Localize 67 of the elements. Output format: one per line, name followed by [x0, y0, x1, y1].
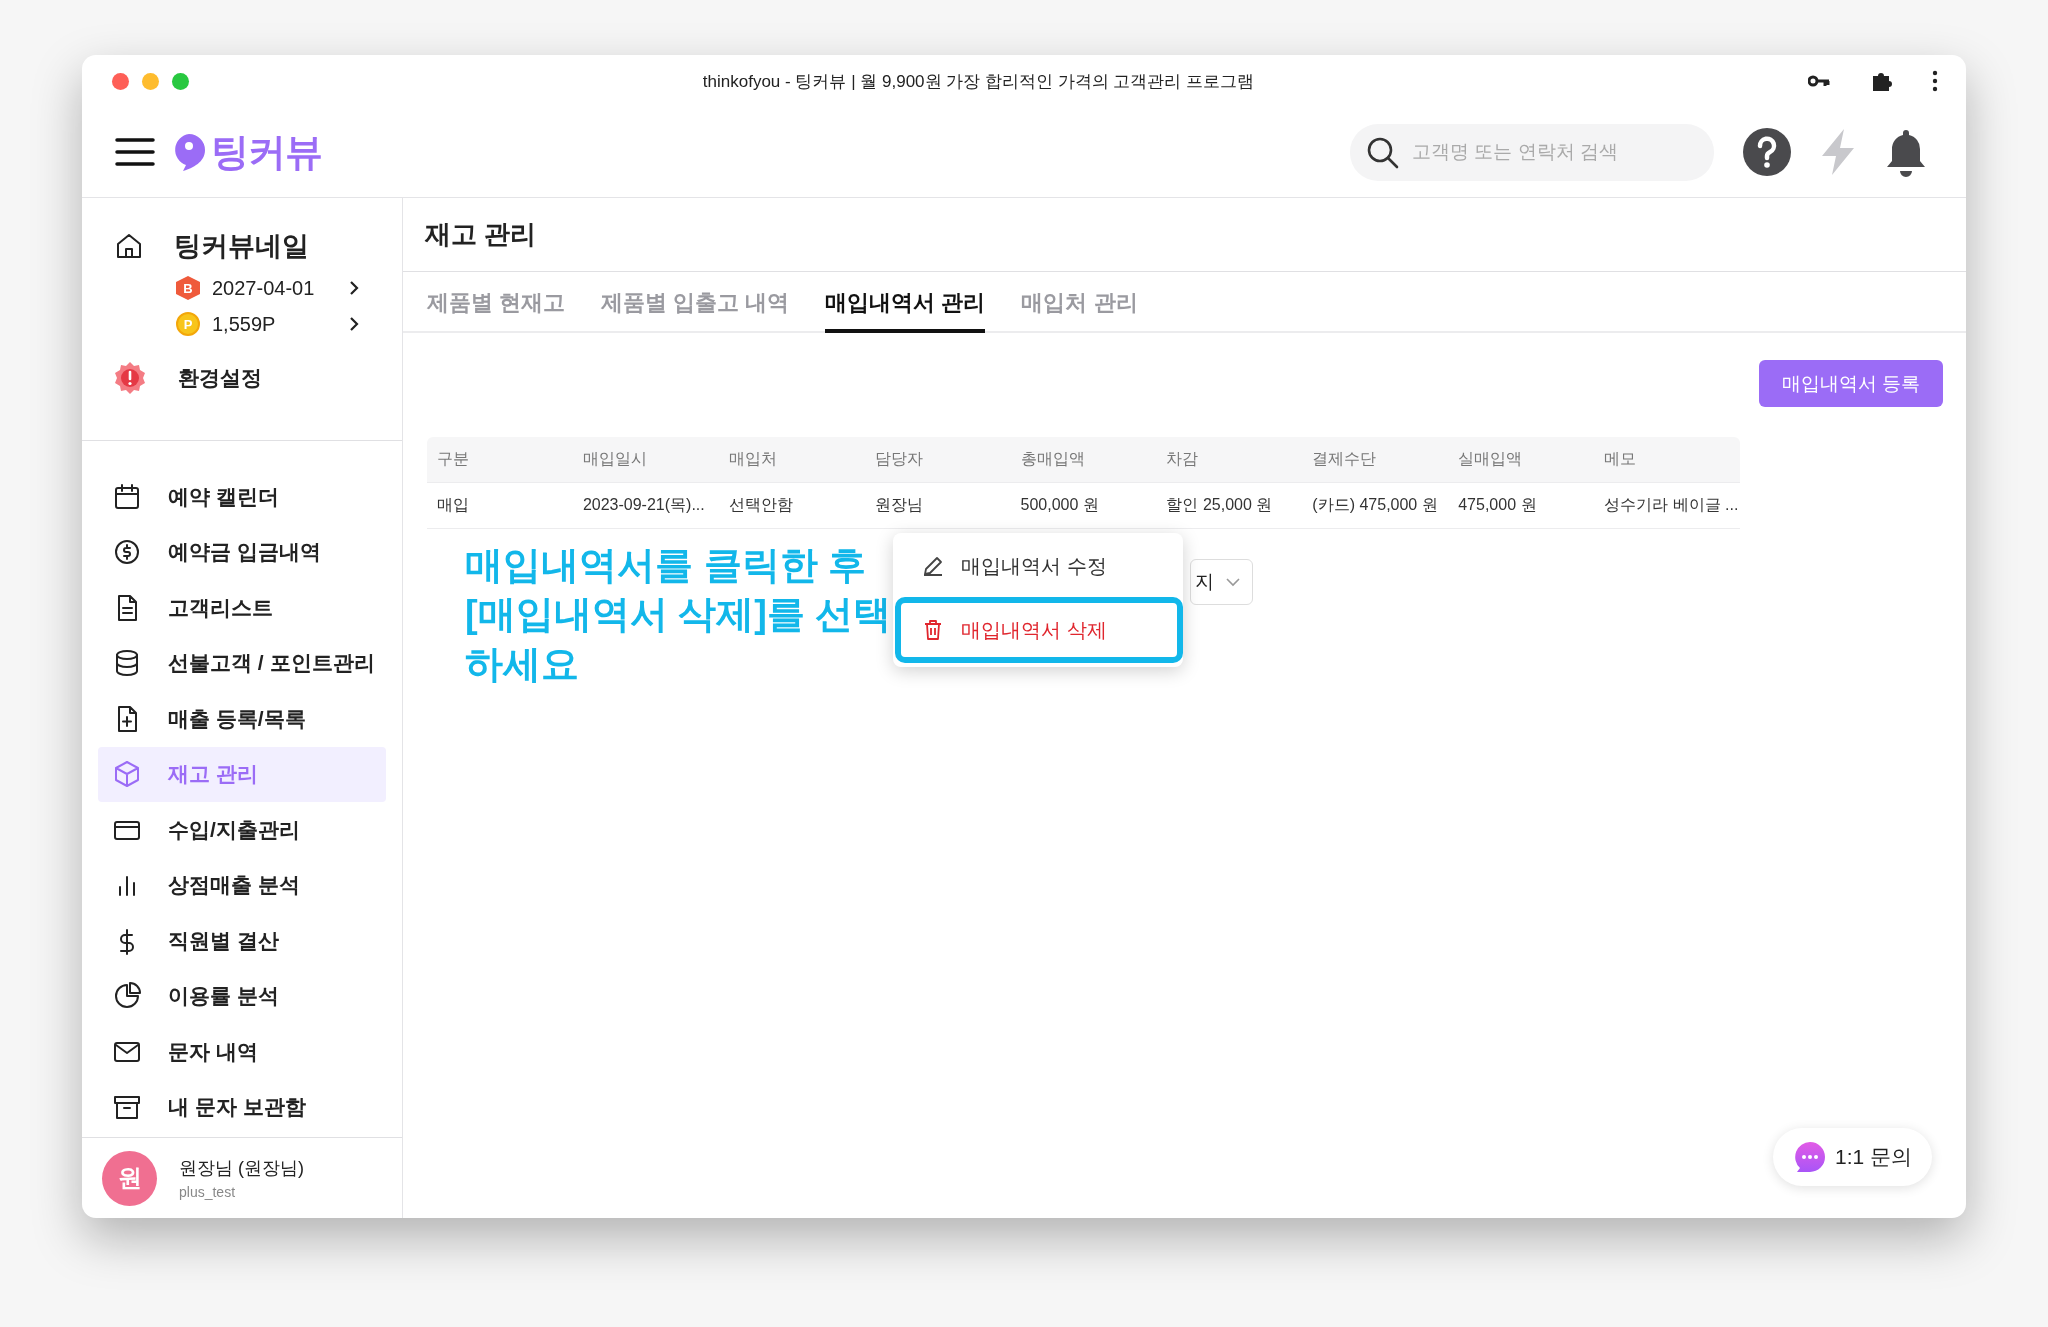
- column-header: 매입처: [727, 449, 778, 469]
- key-icon[interactable]: [1808, 74, 1830, 88]
- sidebar-item[interactable]: 예약금 입금내역: [98, 524, 386, 580]
- user-id: plus_test: [179, 1184, 237, 1200]
- column-header: 총매입액: [1019, 449, 1086, 469]
- puzzle-icon[interactable]: [1870, 70, 1892, 92]
- chat-bubble-icon: [1792, 1140, 1827, 1174]
- user-name: 원장님 (원장님): [179, 1157, 304, 1180]
- table-cell-text: 할인 25,000 원: [1165, 495, 1274, 515]
- logo-text[interactable]: 팅커뷰: [211, 126, 322, 178]
- column-header: 구분: [436, 449, 470, 469]
- chevron-right-icon: [348, 279, 360, 297]
- register-button[interactable]: 매입내역서 등록: [1758, 360, 1943, 407]
- plan-badge: B: [176, 276, 200, 300]
- sidebar-item[interactable]: 수입/지출관리: [98, 802, 386, 858]
- column-header: 담당자: [873, 449, 924, 469]
- menu-icon[interactable]: [115, 137, 155, 167]
- sidebar-item[interactable]: 매출 등록/목록: [98, 691, 386, 747]
- expiry-date: 2027-04-01: [212, 276, 316, 300]
- table-cell-text: (카드) 475,000 원: [1311, 495, 1439, 515]
- bell-icon[interactable]: [1884, 127, 1928, 177]
- calendar-icon: [112, 481, 142, 512]
- search-field[interactable]: 고객명 또는 연락처 검색: [1350, 123, 1714, 181]
- menu-item[interactable]: 매입내역서 삭제: [895, 597, 1183, 663]
- help-icon[interactable]: [1742, 127, 1792, 177]
- sidebar-item[interactable]: 예약 캘린더: [98, 469, 386, 525]
- column-header: 매입일시: [581, 449, 648, 469]
- home-icon: [114, 231, 144, 261]
- sidebar-item[interactable]: 선불고객 / 포인트관리: [98, 635, 386, 691]
- expiry-date-link[interactable]: B 2027-04-01: [176, 276, 360, 300]
- table-cell-text: 성수기라 베이글 ...: [1603, 495, 1740, 515]
- table-cell-text: 선택안함: [727, 495, 794, 515]
- cube-icon: [112, 759, 142, 790]
- instruction-text: 매입내역서를 클릭한 후 [매입내역서 삭제]를 선택하세요: [465, 543, 893, 687]
- window-control-icon[interactable]: [112, 72, 129, 90]
- sidebar-item[interactable]: 문자 내역: [98, 1024, 386, 1080]
- table-cell-text: 500,000 원: [1019, 495, 1100, 515]
- table-cell-text: 원장님: [873, 495, 924, 515]
- point-balance-link[interactable]: P 1,559P: [176, 312, 360, 336]
- tab[interactable]: 매입내역서 관리: [825, 272, 986, 333]
- settings-link[interactable]: 환경설정: [112, 360, 382, 396]
- column-header: 차감: [1165, 449, 1200, 469]
- shop-name: 팅커뷰네일: [174, 230, 309, 263]
- avatar: 원: [102, 1150, 157, 1206]
- sidebar-item[interactable]: 내 문자 보관함: [98, 1079, 386, 1135]
- sidebar-item[interactable]: 이용률 분석: [98, 968, 386, 1024]
- table-cell-text: 475,000 원: [1457, 495, 1538, 515]
- chevron-right-icon: [348, 315, 360, 333]
- gear-warning-icon: [112, 360, 148, 396]
- table-cell-text: 2023-09-21(목)...: [581, 495, 706, 515]
- menu-item[interactable]: 매입내역서 수정: [893, 539, 1183, 593]
- column-header: 결제수단: [1311, 449, 1378, 469]
- table-cell-text: 매입: [436, 495, 470, 515]
- column-header: 실매입액: [1457, 449, 1524, 469]
- inquiry-button[interactable]: 1:1 문의: [1772, 1128, 1932, 1186]
- point-badge: P: [176, 312, 200, 336]
- sidebar-item[interactable]: 직원별 결산: [98, 913, 386, 969]
- page-title: 재고 관리: [403, 198, 1966, 272]
- chevron-down-icon: [1226, 577, 1240, 587]
- sidebar-item[interactable]: 고객리스트: [98, 580, 386, 636]
- more-icon[interactable]: [1932, 70, 1938, 92]
- column-header: 메모: [1603, 449, 1638, 469]
- pencil-icon: [921, 554, 945, 578]
- sidebar-item[interactable]: 상점매출 분석: [98, 857, 386, 913]
- page-size-dropdown[interactable]: 지: [1190, 559, 1253, 605]
- window-title: thinkofyou - 팅커뷰 | 월 9,900원 가장 합리적인 가격의 고객관리 프로그램: [701, 70, 1256, 93]
- point-balance: 1,559P: [212, 312, 277, 336]
